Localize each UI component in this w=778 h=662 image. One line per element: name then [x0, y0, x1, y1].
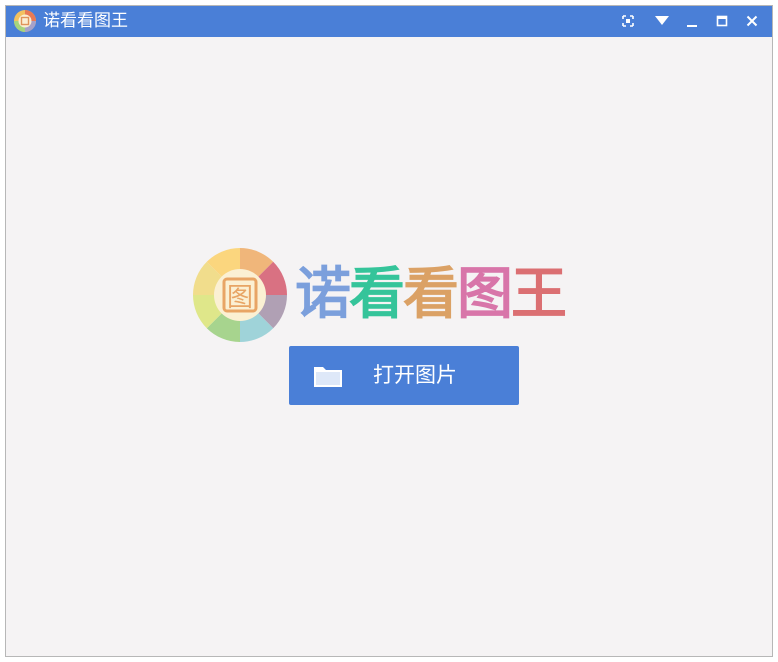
- fullscreen-icon: [622, 15, 634, 27]
- dropdown-triangle-icon: [655, 16, 669, 25]
- app-window: 诺看看图王 图 诺看看图王 打开图片: [5, 5, 773, 657]
- logo-ring-icon: 图: [193, 248, 287, 342]
- logo-char-4: 图: [457, 262, 513, 327]
- menu-dropdown-button[interactable]: [651, 11, 673, 31]
- minimize-button[interactable]: [681, 11, 703, 31]
- minimize-icon: [687, 25, 697, 27]
- app-logo-icon: [14, 10, 36, 32]
- logo-char-2: 看: [349, 262, 405, 327]
- logo-char-1: 诺: [295, 262, 351, 327]
- open-image-label: 打开图片: [373, 363, 457, 387]
- folder-icon: [314, 367, 342, 387]
- logo-char-3: 看: [403, 262, 459, 327]
- window-title: 诺看看图王: [43, 11, 128, 31]
- logo-wordmark: 诺看看图王: [295, 262, 567, 328]
- main-content: 图 诺看看图王 打开图片: [6, 37, 772, 656]
- close-button[interactable]: [741, 11, 763, 31]
- title-bar[interactable]: 诺看看图王: [6, 6, 772, 37]
- fullscreen-button[interactable]: [617, 11, 639, 31]
- maximize-icon: [716, 15, 728, 27]
- open-image-button[interactable]: 打开图片: [289, 346, 519, 405]
- close-icon: [746, 15, 758, 27]
- logo-badge-char: 图: [227, 283, 253, 313]
- logo-char-5: 王: [511, 262, 567, 327]
- maximize-button[interactable]: [711, 11, 733, 31]
